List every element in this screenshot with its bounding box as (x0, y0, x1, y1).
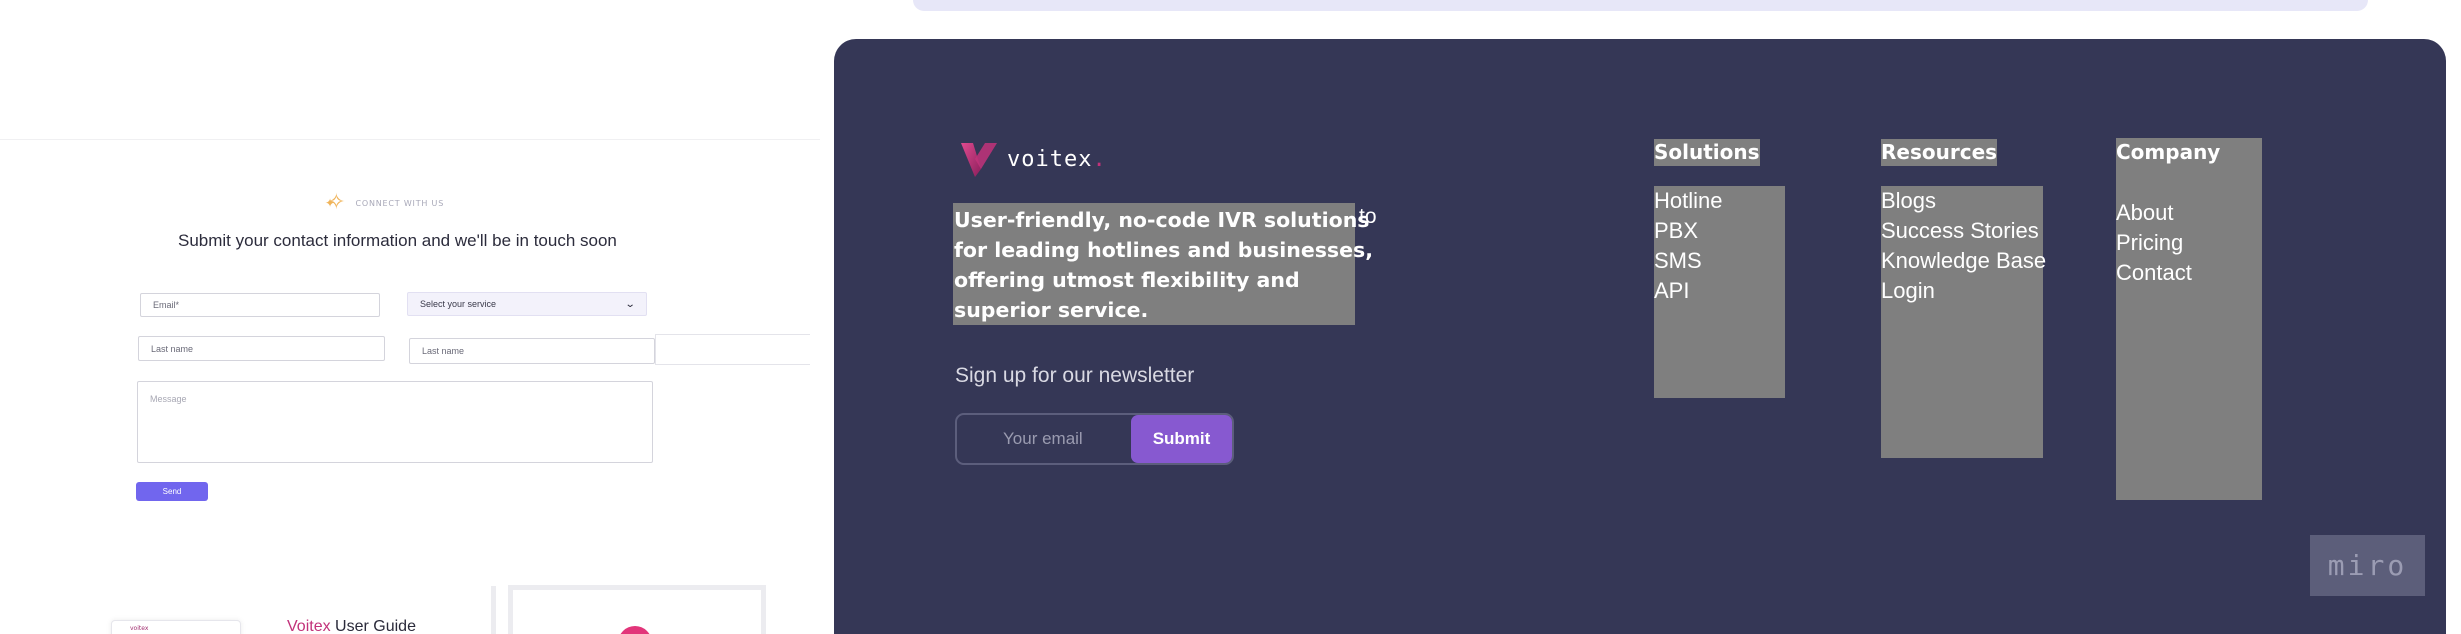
tagline-line: for leading hotlines and businesses, (954, 238, 1374, 262)
guide-title[interactable]: Voitex User Guide (287, 618, 416, 634)
footer-link-pricing[interactable]: Pricing (2116, 228, 2183, 258)
chevron-down-icon: ⌄ (624, 298, 636, 310)
newsletter-submit-button[interactable]: Submit (1131, 415, 1232, 463)
tagline-line: User-friendly, no-code IVR solutions (954, 208, 1370, 232)
divider (0, 139, 820, 140)
footer-link-blogs[interactable]: Blogs (1881, 186, 1936, 216)
email-field[interactable]: Email* (140, 293, 380, 317)
guide-thumbnail: voitex (111, 620, 241, 634)
footer-link-api[interactable]: API (1654, 276, 1689, 306)
newsletter-label: Sign up for our newsletter (955, 364, 1195, 387)
miro-watermark: miro (2310, 535, 2425, 596)
thumbnail-logo: voitex (130, 625, 149, 632)
connect-eyebrow: ✦ ✧ CONNECT WITH US (325, 192, 444, 214)
footer-link-pbx[interactable]: PBX (1654, 216, 1698, 246)
newsletter-form: Submit (955, 413, 1234, 465)
logo-wordmark: voitex. (1007, 146, 1107, 172)
footer-link-login[interactable]: Login (1881, 276, 1935, 306)
footer-logo[interactable]: voitex. (959, 139, 1107, 179)
user-guide-card[interactable]: voitex Voitex User Guide (66, 586, 496, 634)
contact-page-preview: ✦ ✧ CONNECT WITH US Submit your contact i… (0, 0, 820, 634)
newsletter-email-input[interactable] (957, 415, 1129, 463)
column-heading-solutions: Solutions (1654, 139, 1760, 166)
column-heading-company: Company (2116, 139, 2221, 166)
company-column-bg (2116, 138, 2262, 500)
footer-link-knowledge-base[interactable]: Knowledge Base (1881, 246, 2046, 276)
footer-link-sms[interactable]: SMS (1654, 246, 1702, 276)
tagline-line: superior service. (954, 298, 1149, 322)
footer-tagline: User-friendly, no-code IVR solutions for… (953, 203, 1374, 325)
message-placeholder: Message (150, 394, 187, 404)
voitex-logo-icon (961, 143, 997, 177)
footer-link-contact[interactable]: Contact (2116, 258, 2192, 288)
column-heading-resources: Resources (1881, 139, 1998, 166)
guide-brand: Voitex (287, 618, 331, 634)
card-avatar (618, 626, 652, 634)
last-name-field[interactable]: Last name (138, 336, 385, 361)
eyebrow-label: CONNECT WITH US (355, 198, 445, 208)
partial-field (655, 334, 810, 365)
last-name-placeholder: Last name (151, 343, 194, 354)
send-button[interactable]: Send (136, 482, 208, 501)
guide-title-rest: User Guide (330, 618, 416, 634)
footer-link-about[interactable]: About (2116, 198, 2174, 228)
last-name-field-secondary[interactable]: Last name (409, 338, 655, 364)
footer-link-success-stories[interactable]: Success Stories (1881, 216, 2039, 246)
service-select-value: Select your service (420, 299, 497, 309)
footer-link-hotline[interactable]: Hotline (1654, 186, 1722, 216)
secondary-card[interactable] (508, 585, 766, 634)
email-placeholder: Email* (153, 300, 180, 310)
contact-heading: Submit your contact information and we'l… (178, 231, 617, 250)
last-name-placeholder-secondary: Last name (422, 346, 465, 356)
tagline-line: offering utmost flexibility and (954, 268, 1300, 292)
message-field[interactable]: Message (137, 381, 653, 463)
sparkle-icon: ✦ ✧ (325, 190, 346, 215)
top-banner-strip (913, 0, 2368, 11)
service-select[interactable]: Select your service ⌄ (407, 292, 647, 316)
site-footer: voitex. User-friendly, no-code IVR solut… (834, 39, 2446, 634)
